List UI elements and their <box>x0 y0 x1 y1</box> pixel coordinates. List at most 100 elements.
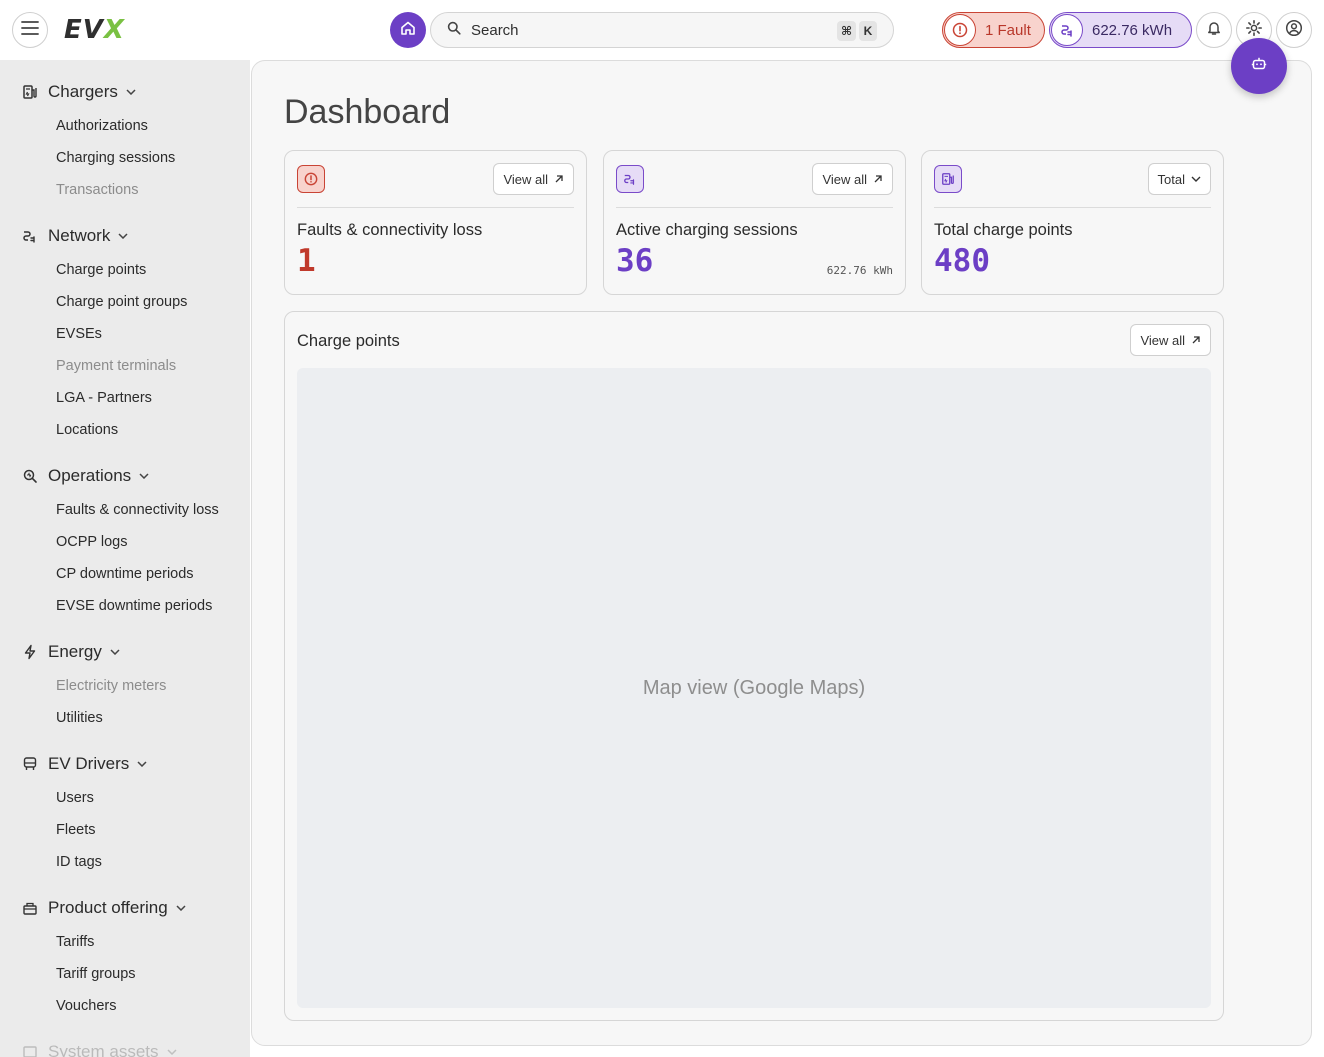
sidebar-item-payment-terminals[interactable]: Payment terminals <box>56 358 176 374</box>
user-circle-icon <box>1285 19 1303 42</box>
sidebar-item-id-tags[interactable]: ID tags <box>56 854 102 870</box>
card-title: Total charge points <box>934 221 1073 239</box>
sidebar-item-utilities[interactable]: Utilities <box>56 710 103 726</box>
sidebar-item-ocpp-logs[interactable]: OCPP logs <box>56 534 127 550</box>
sidebar-item-faults-connectivity-loss[interactable]: Faults & connectivity loss <box>56 502 219 518</box>
card-title: Faults & connectivity loss <box>297 221 483 239</box>
sidebar-item-tariffs[interactable]: Tariffs <box>56 934 94 950</box>
sidebar-section-title: EV Drivers <box>48 754 130 773</box>
chevron-down-icon <box>137 761 147 767</box>
card-title: Active charging sessions <box>616 221 798 239</box>
sessions-energy-total: 622.76 kWh <box>826 264 893 277</box>
robot-icon <box>1250 55 1268 78</box>
button-label: View all <box>822 171 867 187</box>
dropdown-label: Total <box>1157 171 1185 187</box>
search-icon <box>447 21 461 40</box>
alert-icon <box>297 165 325 193</box>
evx-logo[interactable]: EV X <box>64 14 125 46</box>
charge-points-map-card: Charge points View all Map view (Google … <box>284 311 1224 1021</box>
charger-icon <box>934 165 962 193</box>
energy-status-pill[interactable]: 622.76 kWh <box>1049 12 1192 48</box>
sidebar-section-network[interactable]: Network <box>20 224 128 248</box>
sidebar-section-energy[interactable]: Energy <box>20 640 120 664</box>
sidebar-section-title: Chargers <box>48 82 118 101</box>
sidebar-item-transactions[interactable]: Transactions <box>56 182 138 198</box>
sidebar-section-title: System assets <box>48 1042 159 1057</box>
sidebar-section-ev-drivers[interactable]: EV Drivers <box>20 752 147 776</box>
home-button[interactable] <box>390 12 426 48</box>
page-title: Dashboard <box>284 93 451 131</box>
arrow-up-right-icon <box>1191 335 1201 345</box>
plug-icon <box>1051 14 1083 46</box>
notifications-button[interactable] <box>1196 12 1232 48</box>
sidebar-item-charge-points[interactable]: Charge points <box>56 262 146 278</box>
chevron-down-icon <box>118 233 128 239</box>
sidebar-item-lga-partners[interactable]: LGA - Partners <box>56 390 152 406</box>
network-icon <box>20 226 40 246</box>
chevron-down-icon <box>1191 176 1201 182</box>
map-view-all-button[interactable]: View all <box>1130 324 1211 356</box>
button-label: View all <box>503 171 548 187</box>
sidebar-item-electricity-meters[interactable]: Electricity meters <box>56 678 166 694</box>
sidebar-section-title: Energy <box>48 642 102 661</box>
faults-view-all-button[interactable]: View all <box>493 163 574 195</box>
sidebar-section-chargers[interactable]: Chargers <box>20 80 136 104</box>
sidebar-item-evses[interactable]: EVSEs <box>56 326 102 342</box>
bolt-icon <box>20 642 40 662</box>
chevron-down-icon <box>110 649 120 655</box>
bell-icon <box>1206 20 1222 41</box>
chevron-down-icon <box>167 1049 177 1055</box>
sidebar-item-tariff-groups[interactable]: Tariff groups <box>56 966 136 982</box>
top-bar: EV X Search ⌘ K 1 Fault 622.76 kWh <box>0 0 1324 60</box>
shortcut-k-key: K <box>859 21 877 41</box>
search-bar[interactable]: Search ⌘ K <box>430 12 894 48</box>
sidebar-item-users[interactable]: Users <box>56 790 94 806</box>
total-charge-points-card: Total Total charge points 480 <box>921 150 1224 295</box>
sidebar-section-operations[interactable]: Operations <box>20 464 149 488</box>
account-button[interactable] <box>1276 12 1312 48</box>
charger-icon <box>20 82 40 102</box>
menu-icon <box>21 20 39 40</box>
sidebar-section-system-assets[interactable]: System assets <box>20 1040 177 1057</box>
arrow-up-right-icon <box>873 174 883 184</box>
fault-status-pill[interactable]: 1 Fault <box>942 12 1045 48</box>
chevron-down-icon <box>139 473 149 479</box>
map-view[interactable]: Map view (Google Maps) <box>297 368 1211 1008</box>
logo-x: X <box>103 15 125 45</box>
sessions-view-all-button[interactable]: View all <box>812 163 893 195</box>
sidebar-item-vouchers[interactable]: Vouchers <box>56 998 116 1014</box>
sidebar-item-charging-sessions[interactable]: Charging sessions <box>56 150 175 166</box>
operations-icon <box>20 466 40 486</box>
total-filter-dropdown[interactable]: Total <box>1147 163 1211 195</box>
sidebar-section-title: Network <box>48 226 111 245</box>
sidebar-item-cp-downtime-periods[interactable]: CP downtime periods <box>56 566 194 582</box>
energy-label: 622.76 kWh <box>1092 21 1173 39</box>
sidebar: Chargers Authorizations Charging session… <box>0 60 250 1057</box>
sidebar-section-product-offering[interactable]: Product offering <box>20 896 186 920</box>
assistant-button[interactable] <box>1231 38 1287 94</box>
sidebar-item-locations[interactable]: Locations <box>56 422 118 438</box>
sidebar-item-evse-downtime-periods[interactable]: EVSE downtime periods <box>56 598 212 614</box>
sidebar-item-fleets[interactable]: Fleets <box>56 822 96 838</box>
menu-button[interactable] <box>12 12 48 48</box>
faults-count: 1 <box>297 243 316 279</box>
total-charge-points-count: 480 <box>934 243 990 279</box>
shortcut-cmd-key: ⌘ <box>837 21 857 41</box>
card-divider <box>297 207 574 208</box>
home-icon <box>400 20 416 41</box>
map-card-title: Charge points <box>297 332 400 350</box>
sidebar-section-title: Product offering <box>48 898 168 917</box>
main-panel: Dashboard View all Faults & connectivity… <box>251 60 1312 1046</box>
search-label: Search <box>471 21 519 39</box>
active-sessions-card: View all Active charging sessions 36 622… <box>603 150 906 295</box>
alert-icon <box>944 14 976 46</box>
card-divider <box>934 207 1211 208</box>
sidebar-item-authorizations[interactable]: Authorizations <box>56 118 148 134</box>
car-icon <box>20 754 40 774</box>
sidebar-section-title: Operations <box>48 466 132 485</box>
sidebar-item-charge-point-groups[interactable]: Charge point groups <box>56 294 187 310</box>
plug-icon <box>616 165 644 193</box>
active-sessions-count: 36 <box>616 243 654 279</box>
chevron-down-icon <box>176 905 186 911</box>
arrow-up-right-icon <box>554 174 564 184</box>
